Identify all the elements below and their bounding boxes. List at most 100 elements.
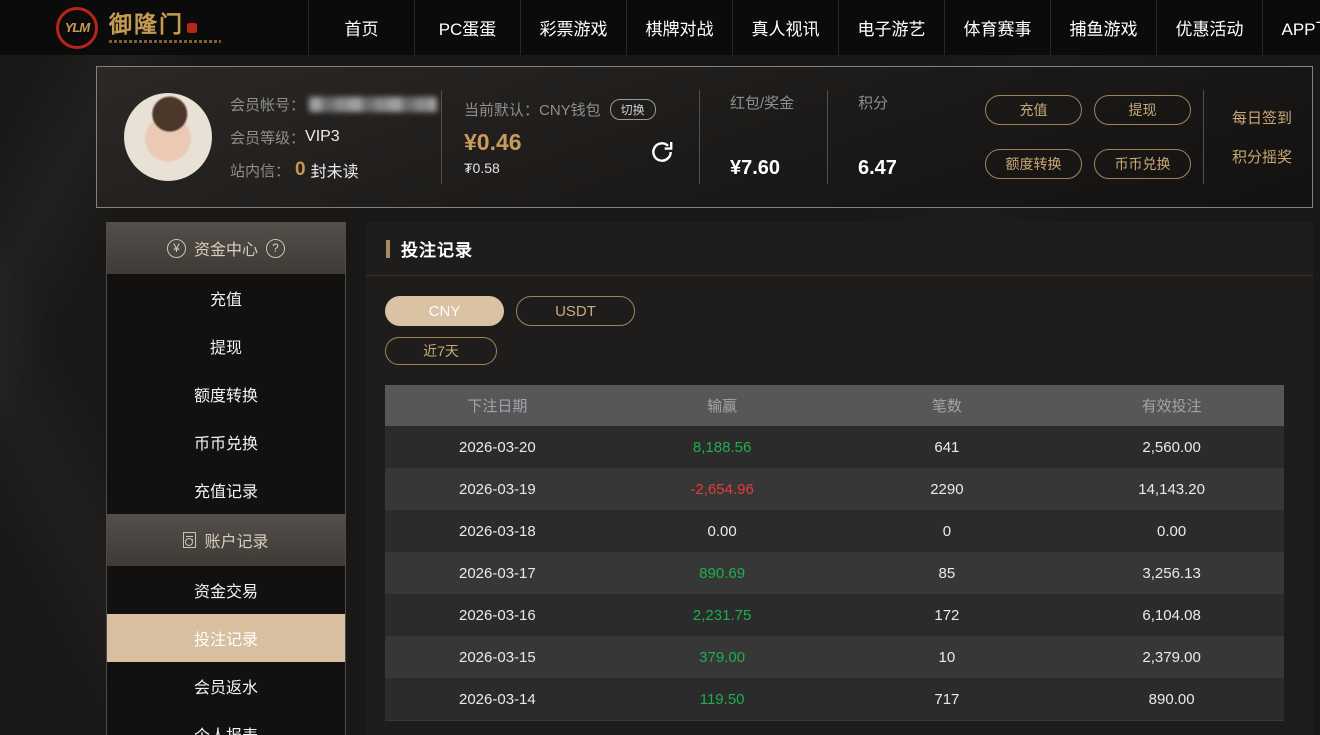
nav-item[interactable]: 优惠活动 [1156,0,1262,55]
sidebar-item-active[interactable]: 投注记录 [107,614,345,662]
table-body: 2026-03-208,188.566412,560.002026-03-19-… [385,426,1284,720]
sidebar-item[interactable]: 额度转换 [107,370,345,418]
win-loss-value: 0.00 [610,510,835,552]
table-row: 2026-03-162,231.751726,104.08 [385,594,1284,636]
deposit-button[interactable]: 充值 [985,95,1082,125]
title-accent-bar [386,240,390,258]
sidebar-item[interactable]: 提现 [107,322,345,370]
daily-links: 每日签到 积分摇奖 [1204,90,1292,184]
page: YLM 御隆门 首页PC蛋蛋彩票游戏棋牌对战真人视讯电子游艺体育赛事捕鱼游戏优惠… [0,0,1320,735]
bet-count: 172 [835,594,1060,636]
nav-item[interactable]: 彩票游戏 [520,0,626,55]
sidebar-item[interactable]: 币币兑换 [107,418,345,466]
valid-bet-amount: 0.00 [1059,510,1284,552]
sidebar-item[interactable]: 充值 [107,274,345,322]
avatar[interactable] [124,93,212,181]
bet-count: 0 [835,510,1060,552]
points-value: 6.47 [858,157,955,184]
nav-item[interactable]: 电子游艺 [838,0,944,55]
currency-tab-usdt[interactable]: USDT [516,296,635,326]
wallet-default-label: 当前默认：CNY钱包 [464,99,601,120]
sidebar-item[interactable]: 资金交易 [107,566,345,614]
bet-date: 2026-03-16 [385,594,610,636]
logo-seal-icon [187,23,197,33]
quota-transfer-button[interactable]: 额度转换 [985,149,1082,179]
table-header-row: 下注日期输赢笔数有效投注 [385,385,1284,426]
currency-tab-cny[interactable]: CNY [385,296,504,326]
bonus-label: 红包/奖金 [730,90,827,113]
valid-bet-amount: 2,560.00 [1059,426,1284,468]
valid-bet-amount: 890.00 [1059,678,1284,720]
win-loss-value: 2,231.75 [610,594,835,636]
content-area: ¥资金中心?充值提现额度转换币币兑换充值记录账户记录资金交易投注记录会员返水个人… [106,222,1313,735]
unread-mail-count[interactable]: 0 [290,159,311,181]
bet-date: 2026-03-14 [385,678,610,720]
bet-date: 2026-03-15 [385,636,610,678]
points-draw-link[interactable]: 积分摇奖 [1232,146,1292,167]
table-row: 2026-03-19-2,654.96229014,143.20 [385,468,1284,510]
sidebar-section-title: 账户记录 [204,528,268,552]
table-row: 2026-03-17890.69853,256.13 [385,552,1284,594]
sidebar-item[interactable]: 会员返水 [107,662,345,710]
ledger-icon [183,532,196,548]
table-header-cell: 笔数 [835,385,1060,426]
bet-date: 2026-03-20 [385,426,610,468]
win-loss-value: 379.00 [610,636,835,678]
profile-section: 会员帐号： 会员等级： VIP3 站内信： 0 封未读 [97,88,441,187]
mail-suffix: 封未读 [311,158,359,182]
yen-cycle-icon: ¥ [167,239,186,258]
bet-date: 2026-03-17 [385,552,610,594]
bet-count: 717 [835,678,1060,720]
nav-item[interactable]: 捕鱼游戏 [1050,0,1156,55]
wallet-section: 当前默认：CNY钱包 切换 ¥0.46 ₮0.58 [442,99,699,176]
coin-exchange-button[interactable]: 币币兑换 [1094,149,1191,179]
wallet-switch-button[interactable]: 切换 [610,99,656,120]
top-nav: YLM 御隆门 首页PC蛋蛋彩票游戏棋牌对战真人视讯电子游艺体育赛事捕鱼游戏优惠… [0,0,1320,55]
sidebar-section-title: 资金中心 [194,236,258,260]
daily-signin-link[interactable]: 每日签到 [1232,107,1292,128]
nav-item[interactable]: 棋牌对战 [626,0,732,55]
user-panel: 会员帐号： 会员等级： VIP3 站内信： 0 封未读 当前默认：CNY钱包 切… [96,66,1313,208]
table-row: 2026-03-208,188.566412,560.00 [385,426,1284,468]
nav-item[interactable]: APP下载 [1262,0,1320,55]
bonus-section: 红包/奖金 ¥7.60 [700,90,827,184]
points-label: 积分 [858,90,955,113]
bet-records-table: 下注日期输赢笔数有效投注 2026-03-208,188.566412,560.… [385,385,1284,721]
account-label: 会员帐号： [230,94,305,115]
nav-item[interactable]: PC蛋蛋 [414,0,520,55]
bet-count: 2290 [835,468,1060,510]
site-name: 御隆门 [109,13,184,36]
site-logo[interactable]: YLM 御隆门 [0,0,308,55]
bet-count: 10 [835,636,1060,678]
sidebar-item[interactable]: 充值记录 [107,466,345,514]
bet-date: 2026-03-19 [385,468,610,510]
nav-item[interactable]: 真人视讯 [732,0,838,55]
logo-emblem-icon: YLM [56,7,98,49]
nav-item[interactable]: 首页 [308,0,414,55]
level-value: VIP3 [305,128,340,146]
bet-count: 85 [835,552,1060,594]
page-title: 投注记录 [401,236,473,261]
bonus-value: ¥7.60 [730,157,827,184]
valid-bet-amount: 14,143.20 [1059,468,1284,510]
valid-bet-amount: 6,104.08 [1059,594,1284,636]
sidebar-item[interactable]: 个人报表 [107,710,345,735]
withdraw-button[interactable]: 提现 [1094,95,1191,125]
account-number-blurred [309,97,437,112]
sidebar-section-header: ¥ 资金中心? [107,222,345,274]
win-loss-value: 890.69 [610,552,835,594]
logo-subtitle [109,40,221,43]
table-header-cell: 输赢 [610,385,835,426]
table-row: 2026-03-15379.00102,379.00 [385,636,1284,678]
logo-text: 御隆门 [109,13,221,43]
win-loss-value: 8,188.56 [610,426,835,468]
bet-records-panel: 投注记录 CNY USDT 近7天 下注日期输赢笔数有效投注 2026-03-2… [366,222,1313,735]
nav-menu: 首页PC蛋蛋彩票游戏棋牌对战真人视讯电子游艺体育赛事捕鱼游戏优惠活动APP下载 [308,0,1320,55]
refresh-balance-icon[interactable] [649,139,675,168]
table-row: 2026-03-180.0000.00 [385,510,1284,552]
date-range-button[interactable]: 近7天 [385,337,497,365]
help-icon[interactable]: ? [266,239,285,258]
nav-item[interactable]: 体育赛事 [944,0,1050,55]
win-loss-value: -2,654.96 [610,468,835,510]
bet-count: 641 [835,426,1060,468]
